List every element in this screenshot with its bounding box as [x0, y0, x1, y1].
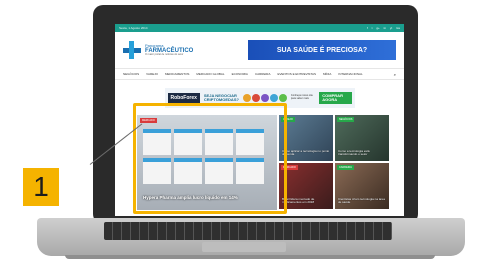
trackpad: [202, 242, 286, 252]
crypto-coins-icon: [242, 94, 287, 102]
card-title[interactable]: Cientistas criam tecnologia na área de s…: [338, 197, 386, 205]
twitter-icon[interactable]: t: [372, 26, 373, 30]
keyboard: [104, 222, 392, 240]
nav-item-mercado-global[interactable]: MERCADO GLOBAL: [196, 72, 224, 76]
top-strip: Sexta, 1 Agosto 2014 f t g+ in yt rss: [115, 24, 404, 32]
site-logo[interactable]: Panorama FARMACÊUTICO O maior portal de …: [123, 41, 203, 59]
youtube-icon[interactable]: yt: [390, 26, 392, 30]
rss-icon[interactable]: rss: [396, 26, 400, 30]
article-card[interactable]: MERCADO Brasil lidera mercado de medicam…: [279, 163, 333, 209]
facebook-icon[interactable]: f: [367, 26, 368, 30]
card-title[interactable]: Como aplicar a tecnologia no ponto de ve…: [282, 149, 330, 157]
nav-item-eventos[interactable]: EVENTOS E ENTREVISTAS: [277, 72, 316, 76]
pharmacy-cross-icon: [123, 41, 141, 59]
nav-item-internacional[interactable]: INTERNACIONAL: [338, 72, 362, 76]
main-nav: NEGÓCIOS VAREJO MEDICAMENTOS MERCADO GLO…: [115, 68, 404, 80]
ad-brand: RoboForex: [167, 93, 200, 103]
card-tag[interactable]: CARREIRA: [337, 165, 354, 170]
ad-note: Conheça nosso site para saber mais: [290, 94, 313, 100]
social-links: f t g+ in yt rss: [364, 26, 400, 30]
article-card[interactable]: VAREJO Como aplicar a tecnologia no pont…: [279, 115, 333, 161]
date-text: Sexta, 1 Agosto 2014: [119, 26, 148, 30]
ad-cta-button[interactable]: COMPRAR AGORA: [319, 91, 352, 105]
card-title[interactable]: Como a tecnologia está transformando o s…: [338, 149, 386, 157]
card-tag[interactable]: NEGÓCIOS: [337, 117, 355, 122]
nav-item-medicamentos[interactable]: MEDICAMENTOS: [165, 72, 189, 76]
logo-tagline: O maior portal de notícias do setor: [145, 52, 184, 56]
card-title[interactable]: Brasil lidera mercado de medicamentos em…: [282, 197, 330, 205]
nav-item-varejo[interactable]: VAREJO: [146, 72, 158, 76]
linkedin-icon[interactable]: in: [384, 26, 386, 30]
article-card[interactable]: CARREIRA Cientistas criam tecnologia na …: [335, 163, 389, 209]
highlight-frame: [133, 103, 287, 214]
article-card[interactable]: NEGÓCIOS Como a tecnologia está transfor…: [335, 115, 389, 161]
nav-item-negocios[interactable]: NEGÓCIOS: [123, 72, 139, 76]
site-header: Panorama FARMACÊUTICO O maior portal de …: [115, 32, 404, 68]
callout-number-badge: 1: [23, 168, 59, 206]
laptop-foot: [65, 255, 435, 259]
nav-item-carreira[interactable]: CARREIRA: [255, 72, 271, 76]
top-ad-banner[interactable]: SUA SAÚDE É PRECIOSA?: [248, 40, 396, 60]
googleplus-icon[interactable]: g+: [376, 26, 379, 30]
nav-item-economia[interactable]: ECONOMIA: [232, 72, 248, 76]
search-icon[interactable]: ⌕: [394, 72, 396, 77]
ad-text: SEJA NEGOCIAR CRIPTOMOEDAS?: [203, 92, 239, 102]
nav-item-midia[interactable]: MÍDIA: [323, 72, 331, 76]
